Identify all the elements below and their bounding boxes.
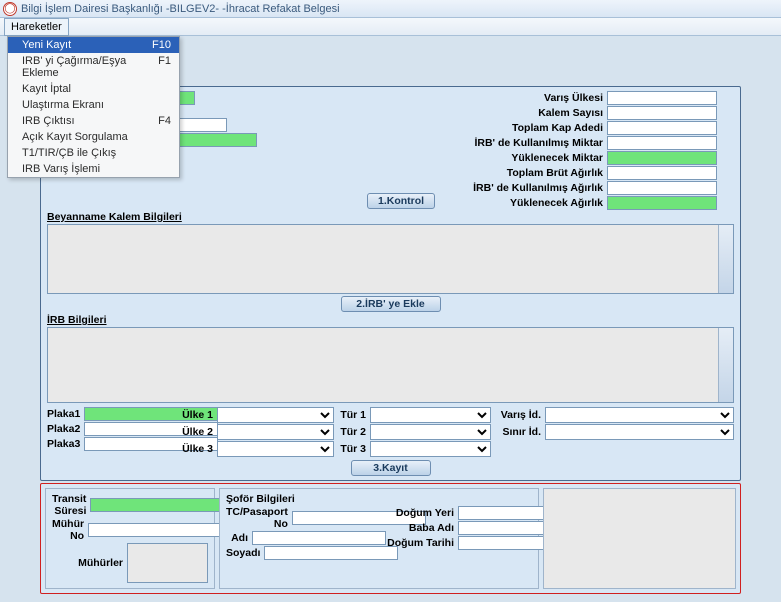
brut-label: Toplam Brüt Ağırlık [457, 167, 607, 179]
irb-agirlik-label: İRB' de Kullanılmış Ağırlık [457, 182, 607, 194]
bottom-panel: Transit Süresi Mühür No Mühürler Şoför B… [40, 483, 741, 594]
transit-label: Transit Süresi [52, 493, 90, 517]
menu-irb-ciktisi[interactable]: IRB Çıktısı F4 [8, 113, 179, 129]
beyanname-section-label: Beyanname Kalem Bilgileri [47, 211, 734, 223]
ulke3-label: Ülke 3 [179, 443, 217, 455]
menubar: Hareketler [0, 18, 781, 36]
irb-ekle-button[interactable]: 2.İRB' ye Ekle [341, 296, 441, 312]
brut-input[interactable] [607, 166, 717, 180]
varis-ulkesi-input[interactable] [607, 91, 717, 105]
muhurler-label: Mühürler [52, 557, 127, 569]
ulke1-select[interactable] [217, 407, 334, 423]
sinir-id-select[interactable] [545, 424, 734, 440]
yuk-miktar-label: Yüklenecek Miktar [457, 152, 607, 164]
menu-irb-cagirma[interactable]: IRB' yi Çağırma/Eşya Ekleme F1 [8, 53, 179, 81]
varis-ulkesi-label: Varış Ülkesi [457, 92, 607, 104]
dogumtarihi-label: Doğum Tarihi [386, 537, 458, 549]
tc-label: TC/Pasaport No [226, 506, 292, 530]
plaka3-label: Plaka3 [47, 438, 84, 450]
plaka2-label: Plaka2 [47, 423, 84, 435]
app-icon: ◯ [3, 2, 17, 16]
muhurno-label: Mühür No [52, 518, 88, 542]
kap-input[interactable] [607, 121, 717, 135]
menu-item-label: IRB' yi Çağırma/Eşya Ekleme [22, 55, 158, 79]
yuk-agirlik-label: Yüklenecek Ağırlık [457, 197, 607, 209]
ulke2-label: Ülke 2 [179, 426, 217, 438]
menu-item-shortcut: F10 [152, 39, 171, 51]
tur3-label: Tür 3 [336, 443, 370, 455]
sofor-label: Şoför Bilgileri [226, 493, 532, 505]
menu-item-shortcut: F1 [158, 55, 171, 79]
menu-item-label: Açık Kayıt Sorgulama [22, 131, 128, 143]
varis-id-select[interactable] [545, 407, 734, 423]
kayit-button[interactable]: 3.Kayıt [351, 460, 431, 476]
kontrol-button[interactable]: 1.Kontrol [367, 193, 435, 209]
menu-acik-kayit[interactable]: Açık Kayıt Sorgulama [8, 129, 179, 145]
irb-miktar-label: İRB' de Kullanılmış Miktar [457, 137, 607, 149]
plaka1-label: Plaka1 [47, 408, 84, 420]
yuk-miktar-input[interactable] [607, 151, 717, 165]
dogumyeri-label: Doğum Yeri [386, 507, 458, 519]
muhurler-box[interactable] [127, 543, 208, 583]
irb-agirlik-input[interactable] [607, 181, 717, 195]
irb-section-label: İRB Bilgileri [47, 314, 734, 326]
tur1-select[interactable] [370, 407, 491, 423]
irb-list[interactable] [47, 327, 734, 403]
ulke3-select[interactable] [217, 441, 334, 457]
window-title: Bilgi İşlem Dairesi Başkanlığı -BILGEV2-… [21, 3, 340, 15]
menu-item-label: Ulaştırma Ekranı [22, 99, 104, 111]
ulke1-label: Ülke 1 [179, 409, 217, 421]
sinir-id-label: Sınır İd. [493, 426, 545, 438]
menu-hareketler[interactable]: Hareketler [4, 18, 69, 36]
titlebar: ◯ Bilgi İşlem Dairesi Başkanlığı -BILGEV… [0, 0, 781, 18]
varis-id-label: Varış İd. [493, 409, 545, 421]
menu-ulastirma[interactable]: Ulaştırma Ekranı [8, 97, 179, 113]
beyanname-list[interactable] [47, 224, 734, 294]
kalem-input[interactable] [607, 106, 717, 120]
menu-yeni-kayit[interactable]: Yeni Kayıt F10 [8, 37, 179, 53]
tur3-select[interactable] [370, 441, 491, 457]
kalem-label: Kalem Sayısı [457, 107, 607, 119]
baba-label: Baba Adı [386, 522, 458, 534]
menu-item-label: Kayıt İptal [22, 83, 71, 95]
irb-miktar-input[interactable] [607, 136, 717, 150]
bottom-extra-box [543, 488, 736, 589]
soyadi-input[interactable] [264, 546, 398, 560]
transit-input[interactable] [90, 498, 224, 512]
menu-irb-varis[interactable]: IRB Varış İşlemi [8, 161, 179, 177]
adi-label: Adı [226, 532, 252, 544]
ulke2-select[interactable] [217, 424, 334, 440]
yuk-agirlik-input[interactable] [607, 196, 717, 210]
tur1-label: Tür 1 [336, 409, 370, 421]
tur2-select[interactable] [370, 424, 491, 440]
menu-item-label: IRB Varış İşlemi [22, 163, 100, 175]
menu-item-shortcut: F4 [158, 115, 171, 127]
menu-t1-tir[interactable]: T1/TIR/ÇB ile Çıkış [8, 145, 179, 161]
kap-label: Toplam Kap Adedi [457, 122, 607, 134]
menu-item-label: IRB Çıktısı [22, 115, 75, 127]
muhurno-input[interactable] [88, 523, 222, 537]
hareketler-dropdown: Yeni Kayıt F10 IRB' yi Çağırma/Eşya Ekle… [7, 36, 180, 178]
soyadi-label: Soyadı [226, 547, 264, 559]
menu-item-label: Yeni Kayıt [22, 39, 71, 51]
menu-kayit-iptal[interactable]: Kayıt İptal [8, 81, 179, 97]
adi-input[interactable] [252, 531, 386, 545]
menu-item-label: T1/TIR/ÇB ile Çıkış [22, 147, 116, 159]
tur2-label: Tür 2 [336, 426, 370, 438]
